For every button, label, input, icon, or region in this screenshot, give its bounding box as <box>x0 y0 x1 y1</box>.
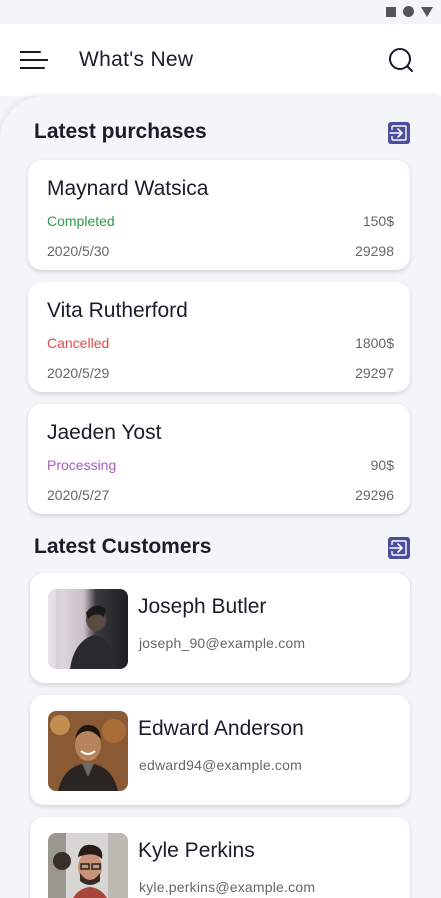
purchase-id: 29296 <box>355 487 394 503</box>
purchase-id: 29297 <box>355 365 394 381</box>
customer-name: Joseph Butler <box>138 595 267 618</box>
customer-name: Jaeden Yost <box>47 421 162 444</box>
avatar-image <box>48 711 128 791</box>
main-content: Latest purchases Maynard Watsica Complet… <box>0 96 441 898</box>
purchase-amount: 90$ <box>370 457 394 473</box>
customer-name: Kyle Perkins <box>138 839 255 862</box>
avatar <box>48 589 128 669</box>
customer-name: Maynard Watsica <box>47 177 209 200</box>
customers-header: Latest Customers <box>34 533 410 561</box>
signal-icon <box>421 6 433 17</box>
search-icon <box>389 48 413 72</box>
arrow-right-icon <box>389 540 407 556</box>
view-all-purchases-button[interactable] <box>388 122 410 144</box>
menu-icon <box>20 51 48 69</box>
purchase-date: 2020/5/27 <box>47 487 110 503</box>
record-icon <box>403 6 414 17</box>
purchases-header: Latest purchases <box>34 118 410 146</box>
customer-card[interactable]: Joseph Butler joseph_90@example.com <box>30 573 410 683</box>
page-title: What's New <box>79 48 194 71</box>
status-badge: Processing <box>47 457 117 473</box>
avatar-image <box>48 833 128 898</box>
customer-name: Vita Rutherford <box>47 299 188 322</box>
avatar <box>48 711 128 791</box>
purchase-amount: 150$ <box>362 213 394 229</box>
purchase-card[interactable]: Jaeden Yost Processing 90$ 2020/5/27 292… <box>28 404 410 514</box>
customer-email: kyle.perkins@example.com <box>139 879 316 895</box>
purchase-amount: 1800$ <box>355 335 394 351</box>
purchase-date: 2020/5/30 <box>47 243 110 259</box>
purchase-card[interactable]: Maynard Watsica Completed 150$ 2020/5/30… <box>28 160 410 270</box>
status-badge: Cancelled <box>47 335 110 351</box>
view-all-customers-button[interactable] <box>388 537 410 559</box>
customer-email: edward94@example.com <box>139 757 302 773</box>
customer-name: Edward Anderson <box>138 717 304 740</box>
purchase-id: 29298 <box>355 243 394 259</box>
purchase-date: 2020/5/29 <box>47 365 110 381</box>
search-button[interactable] <box>388 47 414 73</box>
avatar <box>48 833 128 898</box>
customer-card[interactable]: Kyle Perkins kyle.perkins@example.com <box>30 817 410 898</box>
status-bar <box>0 0 441 24</box>
section-title: Latest purchases <box>34 120 207 143</box>
avatar-image <box>48 589 128 669</box>
section-title: Latest Customers <box>34 535 212 558</box>
stop-icon <box>386 6 396 17</box>
customer-email: joseph_90@example.com <box>139 635 306 651</box>
app-bar: What's New <box>0 24 441 96</box>
status-badge: Completed <box>47 213 115 229</box>
purchase-card[interactable]: Vita Rutherford Cancelled 1800$ 2020/5/2… <box>28 282 410 392</box>
customer-card[interactable]: Edward Anderson edward94@example.com <box>30 695 410 805</box>
arrow-right-icon <box>389 125 407 141</box>
menu-button[interactable] <box>20 50 48 70</box>
